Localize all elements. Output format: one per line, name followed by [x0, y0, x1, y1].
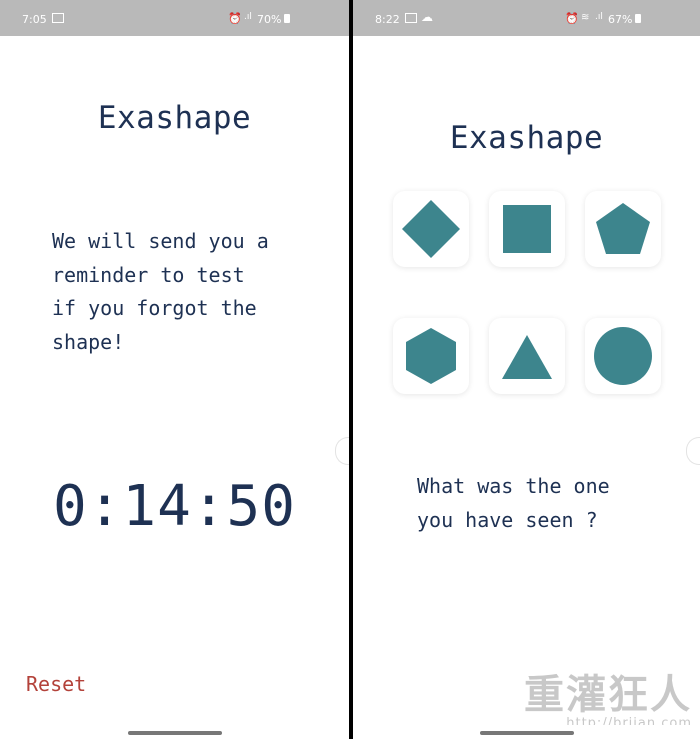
status-time: 8:22: [375, 13, 400, 26]
battery-percent: 67%: [608, 13, 633, 26]
wifi-icon: ≋: [581, 12, 590, 23]
shape-option-triangle[interactable]: [489, 318, 565, 394]
signal-icon: .ıl: [595, 12, 603, 22]
alarm-icon: ⏰: [228, 12, 242, 25]
reset-button[interactable]: Reset: [26, 672, 86, 696]
message-line: if you forgot the: [52, 296, 257, 320]
message-line: shape!: [52, 329, 125, 354]
status-time: 7:05: [22, 13, 47, 26]
timer-screen: 7:05 ⏰ .ıl 70% Exashape We will send you…: [0, 0, 349, 739]
square-icon: [503, 205, 551, 253]
circle-icon: [594, 327, 652, 385]
edge-handle[interactable]: [686, 437, 700, 465]
diamond-icon: [402, 200, 460, 258]
shape-quiz-screen: 8:22 ☁ ⏰ ≋ .ıl 67% Exashape What was the…: [353, 0, 700, 739]
pentagon-icon: [596, 203, 650, 254]
shape-option-hexagon[interactable]: [393, 318, 469, 394]
shape-option-pentagon[interactable]: [585, 191, 661, 267]
home-gesture-pill[interactable]: [479, 731, 574, 735]
image-notification-icon: [52, 13, 64, 23]
cloud-icon: ☁: [421, 10, 433, 24]
reminder-message: We will send you a reminder to test if y…: [52, 225, 269, 359]
shape-option-diamond[interactable]: [393, 191, 469, 267]
question-text: What was the one you have seen ?: [417, 470, 610, 537]
question-line: What was the one: [417, 474, 610, 498]
countdown-timer: 0:14:50: [52, 474, 296, 539]
watermark-title: 重灌狂人: [524, 672, 692, 718]
shape-option-square[interactable]: [489, 191, 565, 267]
status-bar: 8:22 ☁ ⏰ ≋ .ıl 67%: [353, 0, 700, 36]
nav-bar: [353, 725, 700, 739]
signal-icon: .ıl: [244, 12, 252, 22]
question-line: you have seen ?: [417, 507, 598, 532]
app-title: Exashape: [97, 100, 252, 136]
app-title: Exashape: [449, 120, 604, 156]
image-notification-icon: [405, 13, 417, 23]
battery-percent: 70%: [257, 13, 282, 26]
message-line: reminder to test: [52, 262, 245, 287]
battery-icon: [284, 14, 290, 23]
edge-handle[interactable]: [335, 437, 349, 465]
hexagon-icon: [406, 328, 456, 384]
triangle-icon: [502, 335, 552, 379]
watermark: 重灌狂人 http://briian.com: [524, 674, 692, 731]
alarm-icon: ⏰: [565, 12, 579, 25]
status-bar: 7:05 ⏰ .ıl 70%: [0, 0, 349, 36]
nav-bar: [0, 725, 349, 739]
battery-icon: [635, 14, 641, 23]
message-line: We will send you a: [52, 229, 269, 253]
shape-option-circle[interactable]: [585, 318, 661, 394]
home-gesture-pill[interactable]: [127, 731, 222, 735]
